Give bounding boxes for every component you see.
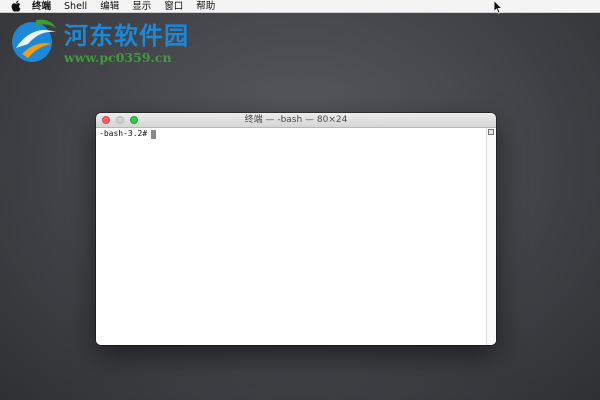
scrollbar-thumb[interactable]	[488, 129, 494, 135]
menu-terminal[interactable]: 终端	[32, 0, 51, 13]
watermark: 河东软件园 www.pc0359.cn	[6, 14, 206, 74]
vertical-scrollbar[interactable]	[486, 128, 496, 345]
mouse-pointer-icon	[493, 0, 503, 14]
watermark-site-name: 河东软件园	[64, 21, 189, 50]
text-cursor	[151, 129, 157, 139]
menu-help[interactable]: 帮助	[196, 0, 215, 13]
shell-prompt: -bash-3.2#	[99, 129, 148, 138]
terminal-window: 终端 — -bash — 80×24 -bash-3.2#	[96, 113, 496, 345]
watermark-logo-icon	[12, 19, 56, 62]
menu-view[interactable]: 显示	[132, 0, 151, 13]
window-title: 终端 — -bash — 80×24	[244, 115, 348, 125]
menu-shell[interactable]: Shell	[64, 0, 87, 13]
menu-edit[interactable]: 编辑	[100, 0, 119, 13]
apple-logo-icon[interactable]	[11, 0, 21, 12]
window-titlebar[interactable]: 终端 — -bash — 80×24	[96, 113, 496, 128]
terminal-content[interactable]: -bash-3.2#	[96, 128, 496, 345]
watermark-url: www.pc0359.cn	[64, 50, 172, 65]
menu-window[interactable]: 窗口	[164, 0, 183, 13]
menu-bar: 终端 Shell 编辑 显示 窗口 帮助	[0, 0, 600, 13]
prompt-line: -bash-3.2#	[99, 129, 157, 139]
